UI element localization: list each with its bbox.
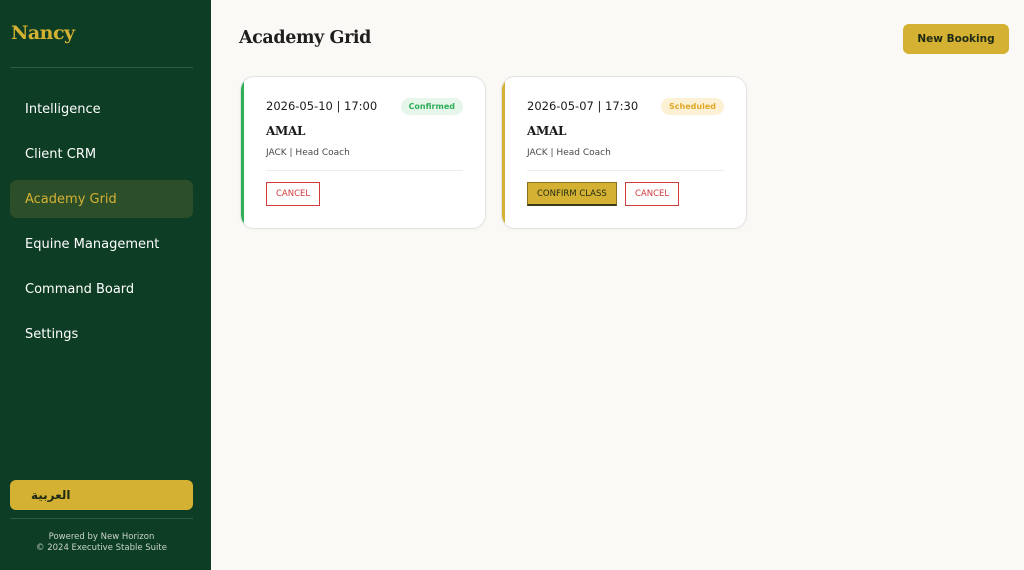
brand-logo[interactable]: Nancy xyxy=(11,22,75,44)
main-content: Academy Grid New Booking 2026-05-10 | 17… xyxy=(211,0,1024,570)
sidebar-divider xyxy=(10,67,193,68)
confirm-class-button[interactable]: CONFIRM CLASS xyxy=(527,182,617,206)
sidebar-item-command-board[interactable]: Command Board xyxy=(10,270,193,308)
sidebar-item-equine-management[interactable]: Equine Management xyxy=(10,225,193,263)
status-badge: Scheduled xyxy=(661,98,724,115)
student-name: AMAL xyxy=(527,124,567,138)
sidebar-nav: Intelligence Client CRM Academy Grid Equ… xyxy=(10,90,193,360)
student-name: AMAL xyxy=(266,124,306,138)
sidebar-item-label: Settings xyxy=(25,326,79,342)
sidebar-item-client-crm[interactable]: Client CRM xyxy=(10,135,193,173)
footer-divider xyxy=(10,518,193,519)
sidebar-item-intelligence[interactable]: Intelligence xyxy=(10,90,193,128)
card-divider xyxy=(266,170,463,171)
page-title: Academy Grid xyxy=(239,28,371,48)
cancel-button[interactable]: CANCEL xyxy=(266,182,321,206)
sidebar: Nancy Intelligence Client CRM Academy Gr… xyxy=(0,0,211,570)
language-toggle-button[interactable]: العربية xyxy=(10,480,193,510)
sidebar-item-academy-grid[interactable]: Academy Grid xyxy=(10,180,193,218)
booking-datetime: 2026-05-10 | 17:00 xyxy=(266,99,378,113)
footer-copyright: © 2024 Executive Stable Suite xyxy=(36,543,167,553)
sidebar-item-label: Intelligence xyxy=(25,101,101,117)
booking-card: 2026-05-10 | 17:00 Confirmed AMAL JACK |… xyxy=(240,76,486,229)
sidebar-footer: Powered by New Horizon © 2024 Executive … xyxy=(0,532,203,554)
sidebar-item-label: Command Board xyxy=(25,281,135,297)
booking-datetime: 2026-05-07 | 17:30 xyxy=(527,99,639,113)
sidebar-item-label: Equine Management xyxy=(25,236,160,252)
cancel-button[interactable]: CANCEL xyxy=(625,182,680,206)
coach-info: JACK | Head Coach xyxy=(527,148,611,158)
card-divider xyxy=(527,170,724,171)
footer-powered-by: Powered by New Horizon xyxy=(48,532,155,542)
sidebar-item-label: Academy Grid xyxy=(25,191,117,207)
status-badge: Confirmed xyxy=(400,98,463,115)
new-booking-button[interactable]: New Booking xyxy=(903,24,1009,54)
sidebar-item-settings[interactable]: Settings xyxy=(10,315,193,353)
coach-info: JACK | Head Coach xyxy=(266,148,350,158)
sidebar-item-label: Client CRM xyxy=(25,146,97,162)
booking-card: 2026-05-07 | 17:30 Scheduled AMAL JACK |… xyxy=(501,76,747,229)
